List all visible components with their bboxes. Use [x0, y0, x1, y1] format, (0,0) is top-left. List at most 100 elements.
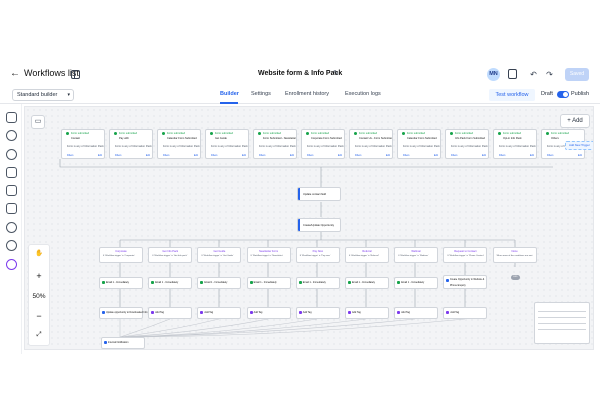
- trigger-check-icon: [498, 132, 501, 135]
- zoom-in-button[interactable]: +: [29, 271, 49, 281]
- trigger-node[interactable]: Form submitted Get Guide Form is any of …: [205, 129, 249, 159]
- trigger-edit-link[interactable]: Edit: [194, 154, 198, 157]
- opportunity-action-node[interactable]: Create Opportunity in Website & Phone En…: [443, 275, 487, 289]
- trigger-node[interactable]: Form submitted Contact Form is any of In…: [61, 129, 105, 159]
- secondary-action-node[interactable]: Add Tag: [246, 307, 291, 319]
- clock-icon[interactable]: [6, 149, 17, 160]
- secondary-action-node[interactable]: Update opportunity to Downloaded Info Pa…: [99, 307, 153, 319]
- check-circle-icon[interactable]: [6, 130, 17, 141]
- trigger-filters-link[interactable]: Filters: [67, 154, 74, 157]
- avatar[interactable]: MN: [487, 68, 500, 81]
- external-link-icon[interactable]: [6, 203, 17, 214]
- document-icon[interactable]: [6, 167, 17, 178]
- saved-button[interactable]: Saved: [565, 68, 589, 81]
- trigger-filters-link[interactable]: Filters: [451, 154, 458, 157]
- minimap[interactable]: [534, 302, 590, 344]
- trigger-edit-link[interactable]: Edit: [434, 154, 438, 157]
- workflow-name[interactable]: Website form & Info Pack: [258, 70, 342, 77]
- trigger-edit-link[interactable]: Edit: [482, 154, 486, 157]
- trigger-node[interactable]: Form submitted Contact Us - Form Submitt…: [349, 129, 393, 159]
- tab-settings[interactable]: Settings: [251, 91, 271, 97]
- secondary-action-node[interactable]: Add Tag: [345, 307, 389, 319]
- email-action-node[interactable]: Email 1 - Immediately: [345, 277, 389, 289]
- add-button[interactable]: + Add: [560, 114, 590, 128]
- trigger-filters-link[interactable]: Filters: [499, 154, 506, 157]
- undo-icon[interactable]: ↶: [528, 69, 539, 80]
- fit-view-icon[interactable]: ⤢: [29, 331, 49, 339]
- internal-notification-node[interactable]: Internal Notification: [101, 337, 145, 349]
- trigger-filters-link[interactable]: Filters: [115, 154, 122, 157]
- copy-icon[interactable]: [6, 185, 17, 196]
- branch-node[interactable]: Webinar If 'Workflow trigger' is 'Webina…: [394, 247, 439, 263]
- trigger-node[interactable]: Form submitted Form Submitted - Newslett…: [253, 129, 297, 159]
- trigger-filters-link[interactable]: Filters: [211, 154, 218, 157]
- secondary-action-node[interactable]: Add Tag: [443, 307, 488, 319]
- redo-icon[interactable]: ↷: [544, 69, 555, 80]
- email-action-node[interactable]: Email 1 - Immediately: [295, 277, 340, 289]
- add-trigger-ghost[interactable]: Add New Trigger: [565, 141, 593, 150]
- sidebar-panel-icon[interactable]: [71, 70, 80, 79]
- tab-execution-logs[interactable]: Execution logs: [345, 91, 381, 97]
- secondary-action-node[interactable]: Add Tag: [148, 307, 193, 319]
- branch-node[interactable]: Corporate If 'Workflow trigger' is 'Corp…: [99, 247, 143, 263]
- trigger-edit-link[interactable]: Edit: [290, 154, 294, 157]
- trigger-filters-link[interactable]: Filters: [547, 154, 554, 157]
- trigger-edit-link[interactable]: Edit: [98, 154, 102, 157]
- branch-node[interactable]: Get Guide If 'Workflow trigger' is 'Get …: [197, 247, 242, 263]
- create-opportunity-node[interactable]: Create/Update Opportunity: [297, 218, 341, 232]
- trigger-filters-link[interactable]: Filters: [259, 154, 266, 157]
- email-action-node[interactable]: Email 1 - Immediately: [148, 277, 193, 289]
- trigger-edit-link[interactable]: Edit: [146, 154, 150, 157]
- trigger-node[interactable]: Form submitted Calendar Form Submitted F…: [397, 129, 441, 159]
- canvas-toggle-button[interactable]: ▭: [31, 115, 45, 129]
- hand-tool-icon[interactable]: ✋: [29, 249, 49, 257]
- trigger-title: Form submitted: [215, 132, 234, 135]
- trigger-check-icon: [306, 132, 309, 135]
- trigger-check-icon: [162, 132, 165, 135]
- secondary-action-node[interactable]: Add Tag: [197, 307, 242, 319]
- email-action-node[interactable]: Email 1 - Immediately: [99, 277, 143, 289]
- trigger-filters-link[interactable]: Filters: [403, 154, 410, 157]
- trigger-node[interactable]: Form submitted Corporate Form Submitted …: [301, 129, 345, 159]
- trigger-edit-link[interactable]: Edit: [386, 154, 390, 157]
- branch-node[interactable]: Request to Contact If 'Workflow trigger'…: [443, 247, 488, 263]
- chat-icon[interactable]: [6, 112, 17, 123]
- trigger-filters-link[interactable]: Filters: [355, 154, 362, 157]
- tab-enrollment-history[interactable]: Enrollment history: [285, 91, 329, 97]
- trigger-filters-link[interactable]: Filters: [307, 154, 314, 157]
- secondary-action-node[interactable]: Add Tag: [394, 307, 439, 319]
- branch-node[interactable]: Get Info Pack If 'Workflow trigger' is '…: [148, 247, 193, 263]
- ai-sparkle-icon[interactable]: [6, 259, 17, 270]
- update-contact-node[interactable]: Update contact field: [297, 187, 341, 201]
- trigger-edit-link[interactable]: Edit: [530, 154, 534, 157]
- history-icon[interactable]: [6, 240, 17, 251]
- trigger-filters-link[interactable]: Filters: [163, 154, 170, 157]
- trigger-edit-link[interactable]: Edit: [338, 154, 342, 157]
- secondary-action-node[interactable]: Add Tag: [295, 307, 340, 319]
- publish-toggle[interactable]: [557, 91, 569, 98]
- branch-node[interactable]: Newsletter Form If 'Workflow trigger' is…: [246, 247, 291, 263]
- test-workflow-button[interactable]: Test workflow: [489, 89, 535, 101]
- workflow-canvas[interactable]: ▭ Form submitted Contact Form is any of …: [24, 106, 594, 350]
- branch-node[interactable]: None When none of the conditions are met: [492, 247, 537, 263]
- save-icon[interactable]: [508, 69, 517, 79]
- trigger-node[interactable]: Form submitted Opt-in Info Pack Form is …: [493, 129, 537, 159]
- tab-builder[interactable]: Builder: [220, 91, 239, 97]
- trigger-edit-link[interactable]: Edit: [242, 154, 246, 157]
- builder-mode-select[interactable]: Standard builder ▾: [12, 89, 74, 101]
- trigger-title: Form submitted: [551, 132, 570, 135]
- email-action-node[interactable]: Email 1 - Immediately: [197, 277, 242, 289]
- trigger-node[interactable]: Form submitted Calendar Form Submitted F…: [157, 129, 201, 159]
- zoom-out-button[interactable]: −: [29, 311, 49, 321]
- trigger-node[interactable]: Form submitted Info Pack Form Submitted …: [445, 129, 489, 159]
- trigger-edit-link[interactable]: Edit: [578, 154, 582, 157]
- pencil-icon[interactable]: ✎: [333, 69, 339, 77]
- branch-node[interactable]: Pay Now If 'Workflow trigger' is 'Pay no…: [295, 247, 340, 263]
- back-link[interactable]: ← Workflows list: [10, 68, 79, 79]
- email-action-node[interactable]: Email 1 - Immediately: [394, 277, 439, 289]
- email-action-node[interactable]: Email 1 - Immediately: [246, 277, 291, 289]
- trigger-node[interactable]: Form submitted Pay with Form is any of I…: [109, 129, 153, 159]
- action-icon: [102, 311, 105, 314]
- branch-node[interactable]: Referral If 'Workflow trigger' is 'Refer…: [345, 247, 389, 263]
- search-icon[interactable]: [6, 222, 17, 233]
